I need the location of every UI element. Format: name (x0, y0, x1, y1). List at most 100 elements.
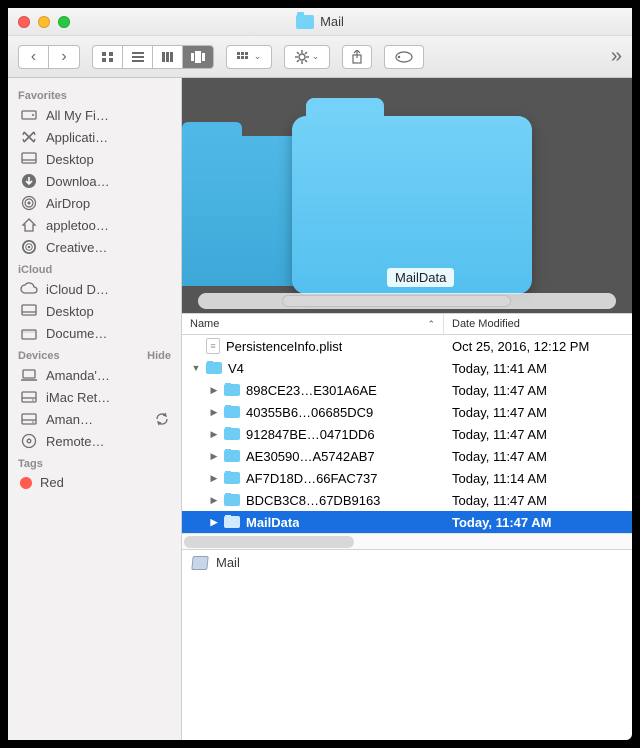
file-list[interactable]: PersistenceInfo.plistOct 25, 2016, 12:12… (182, 335, 632, 533)
disclosure-triangle[interactable]: ▶ (208, 385, 220, 396)
disclosure-triangle[interactable]: ▶ (208, 517, 220, 528)
toolbar: ‹ › ⌄ ⌄ » (8, 36, 632, 78)
sidebar-item[interactable]: iMac Ret… (8, 386, 181, 408)
column-header-name[interactable]: Name ⌃ (182, 314, 444, 334)
file-icon (206, 338, 220, 354)
sidebar-item[interactable]: Docume… (8, 322, 181, 344)
sidebar-item[interactable]: Remote… (8, 430, 181, 452)
file-name: AE30590…A5742AB7 (246, 449, 375, 464)
column-view-button[interactable] (153, 46, 183, 68)
forward-button[interactable]: › (49, 46, 79, 68)
icon-view-button[interactable] (93, 46, 123, 68)
disclosure-triangle[interactable]: ▶ (208, 495, 220, 506)
back-button[interactable]: ‹ (19, 46, 49, 68)
file-name: MailData (246, 515, 299, 530)
path-bar[interactable]: Mail (182, 549, 632, 575)
action-button[interactable]: ⌄ (284, 45, 330, 69)
table-row[interactable]: ▼V4Today, 11:41 AM (182, 357, 632, 379)
sidebar-item[interactable]: iCloud D… (8, 278, 181, 300)
sidebar-item[interactable]: Desktop (8, 148, 181, 170)
column-header-date[interactable]: Date Modified (444, 314, 632, 334)
share-button[interactable] (342, 45, 372, 69)
arrange-button[interactable]: ⌄ (226, 45, 272, 69)
disk-icon (20, 107, 38, 123)
hide-button[interactable]: Hide (147, 350, 171, 362)
zoom-button[interactable] (58, 16, 70, 28)
file-date: Today, 11:47 AM (444, 515, 632, 530)
file-date: Today, 11:47 AM (444, 383, 632, 398)
folder-icon (224, 516, 240, 528)
main-area: FavoritesAll My Fi…Applicati…DesktopDown… (8, 78, 632, 740)
overflow-button[interactable]: » (611, 45, 622, 68)
coverflow-scroll-thumb[interactable] (282, 295, 512, 307)
file-name: 898CE23…E301A6AE (246, 383, 377, 398)
hdd-icon (20, 389, 38, 405)
tags-button[interactable] (384, 45, 424, 69)
file-name: 40355B6…06685DC9 (246, 405, 373, 420)
file-name: AF7D18D…66FAC737 (246, 471, 378, 486)
minimize-button[interactable] (38, 16, 50, 28)
disclosure-triangle[interactable]: ▶ (208, 407, 220, 418)
sidebar-item-label: Docume… (46, 326, 107, 341)
close-button[interactable] (18, 16, 30, 28)
sidebar[interactable]: FavoritesAll My Fi…Applicati…DesktopDown… (8, 78, 182, 740)
disclosure-triangle[interactable]: ▶ (208, 429, 220, 440)
table-row[interactable]: ▶912847BE…0471DD6Today, 11:47 AM (182, 423, 632, 445)
sidebar-item[interactable]: Amanda'… (8, 364, 181, 386)
table-row[interactable]: ▶BDCB3C8…67DB9163Today, 11:47 AM (182, 489, 632, 511)
sidebar-item[interactable]: Applicati… (8, 126, 181, 148)
nav-buttons: ‹ › (18, 45, 80, 69)
gear-icon (295, 50, 309, 64)
coverflow-scrollbar[interactable] (198, 293, 616, 309)
sidebar-item-label: Downloa… (46, 174, 110, 189)
sidebar-item-label: appletoo… (46, 218, 109, 233)
horizontal-scrollbar[interactable] (182, 533, 632, 549)
arrange-icon (237, 52, 251, 62)
sidebar-item[interactable]: Creative… (8, 236, 181, 258)
sidebar-item[interactable]: Desktop (8, 300, 181, 322)
file-name: BDCB3C8…67DB9163 (246, 493, 380, 508)
coverflow-icon (190, 51, 206, 63)
sidebar-item[interactable]: All My Fi… (8, 104, 181, 126)
cc-icon (20, 239, 38, 255)
table-row[interactable]: ▶AE30590…A5742AB7Today, 11:47 AM (182, 445, 632, 467)
table-row[interactable]: PersistenceInfo.plistOct 25, 2016, 12:12… (182, 335, 632, 357)
sidebar-item-label: Creative… (46, 240, 107, 255)
sidebar-item-label: Remote… (46, 434, 105, 449)
folder-icon (224, 494, 240, 506)
apps-icon (20, 129, 38, 145)
titlebar: Mail (8, 8, 632, 36)
sync-icon (153, 411, 171, 427)
folder-icon (224, 428, 240, 440)
column-label: Date Modified (452, 318, 520, 330)
window-title: Mail (8, 14, 632, 29)
table-row[interactable]: ▶ MailData Today, 11:47 AM (182, 511, 632, 533)
sidebar-item[interactable]: Red (8, 472, 181, 493)
download-icon (20, 173, 38, 189)
table-row[interactable]: ▶AF7D18D…66FAC737Today, 11:14 AM (182, 467, 632, 489)
chevron-right-icon: › (61, 48, 66, 66)
sidebar-item[interactable]: appletoo… (8, 214, 181, 236)
coverflow-pane[interactable]: MailData (182, 78, 632, 313)
laptop-icon (20, 367, 38, 383)
sidebar-item[interactable]: Downloa… (8, 170, 181, 192)
content-area: MailData Name ⌃ Date Modified Persistenc… (182, 78, 632, 740)
scroll-thumb[interactable] (184, 536, 354, 548)
grid-icon (101, 51, 115, 63)
sidebar-item[interactable]: AirDrop (8, 192, 181, 214)
sidebar-item[interactable]: Aman… (8, 408, 181, 430)
disclosure-triangle[interactable]: ▶ (208, 473, 220, 484)
coverflow-view-button[interactable] (183, 46, 213, 68)
sidebar-section-header: Favorites (8, 84, 181, 104)
table-row[interactable]: ▶40355B6…06685DC9Today, 11:47 AM (182, 401, 632, 423)
list-icon (131, 51, 145, 63)
disclosure-triangle[interactable]: ▼ (190, 363, 202, 373)
list-view-button[interactable] (123, 46, 153, 68)
table-row[interactable]: ▶ 898CE23…E301A6AE Today, 11:47 AM (182, 379, 632, 401)
chevron-down-icon: ⌄ (254, 51, 262, 62)
sidebar-section-header: DevicesHide (8, 344, 181, 364)
column-label: Name (190, 318, 219, 330)
disclosure-triangle[interactable]: ▶ (208, 451, 220, 462)
path-item[interactable]: Mail (216, 555, 240, 570)
folder-icon (224, 450, 240, 462)
